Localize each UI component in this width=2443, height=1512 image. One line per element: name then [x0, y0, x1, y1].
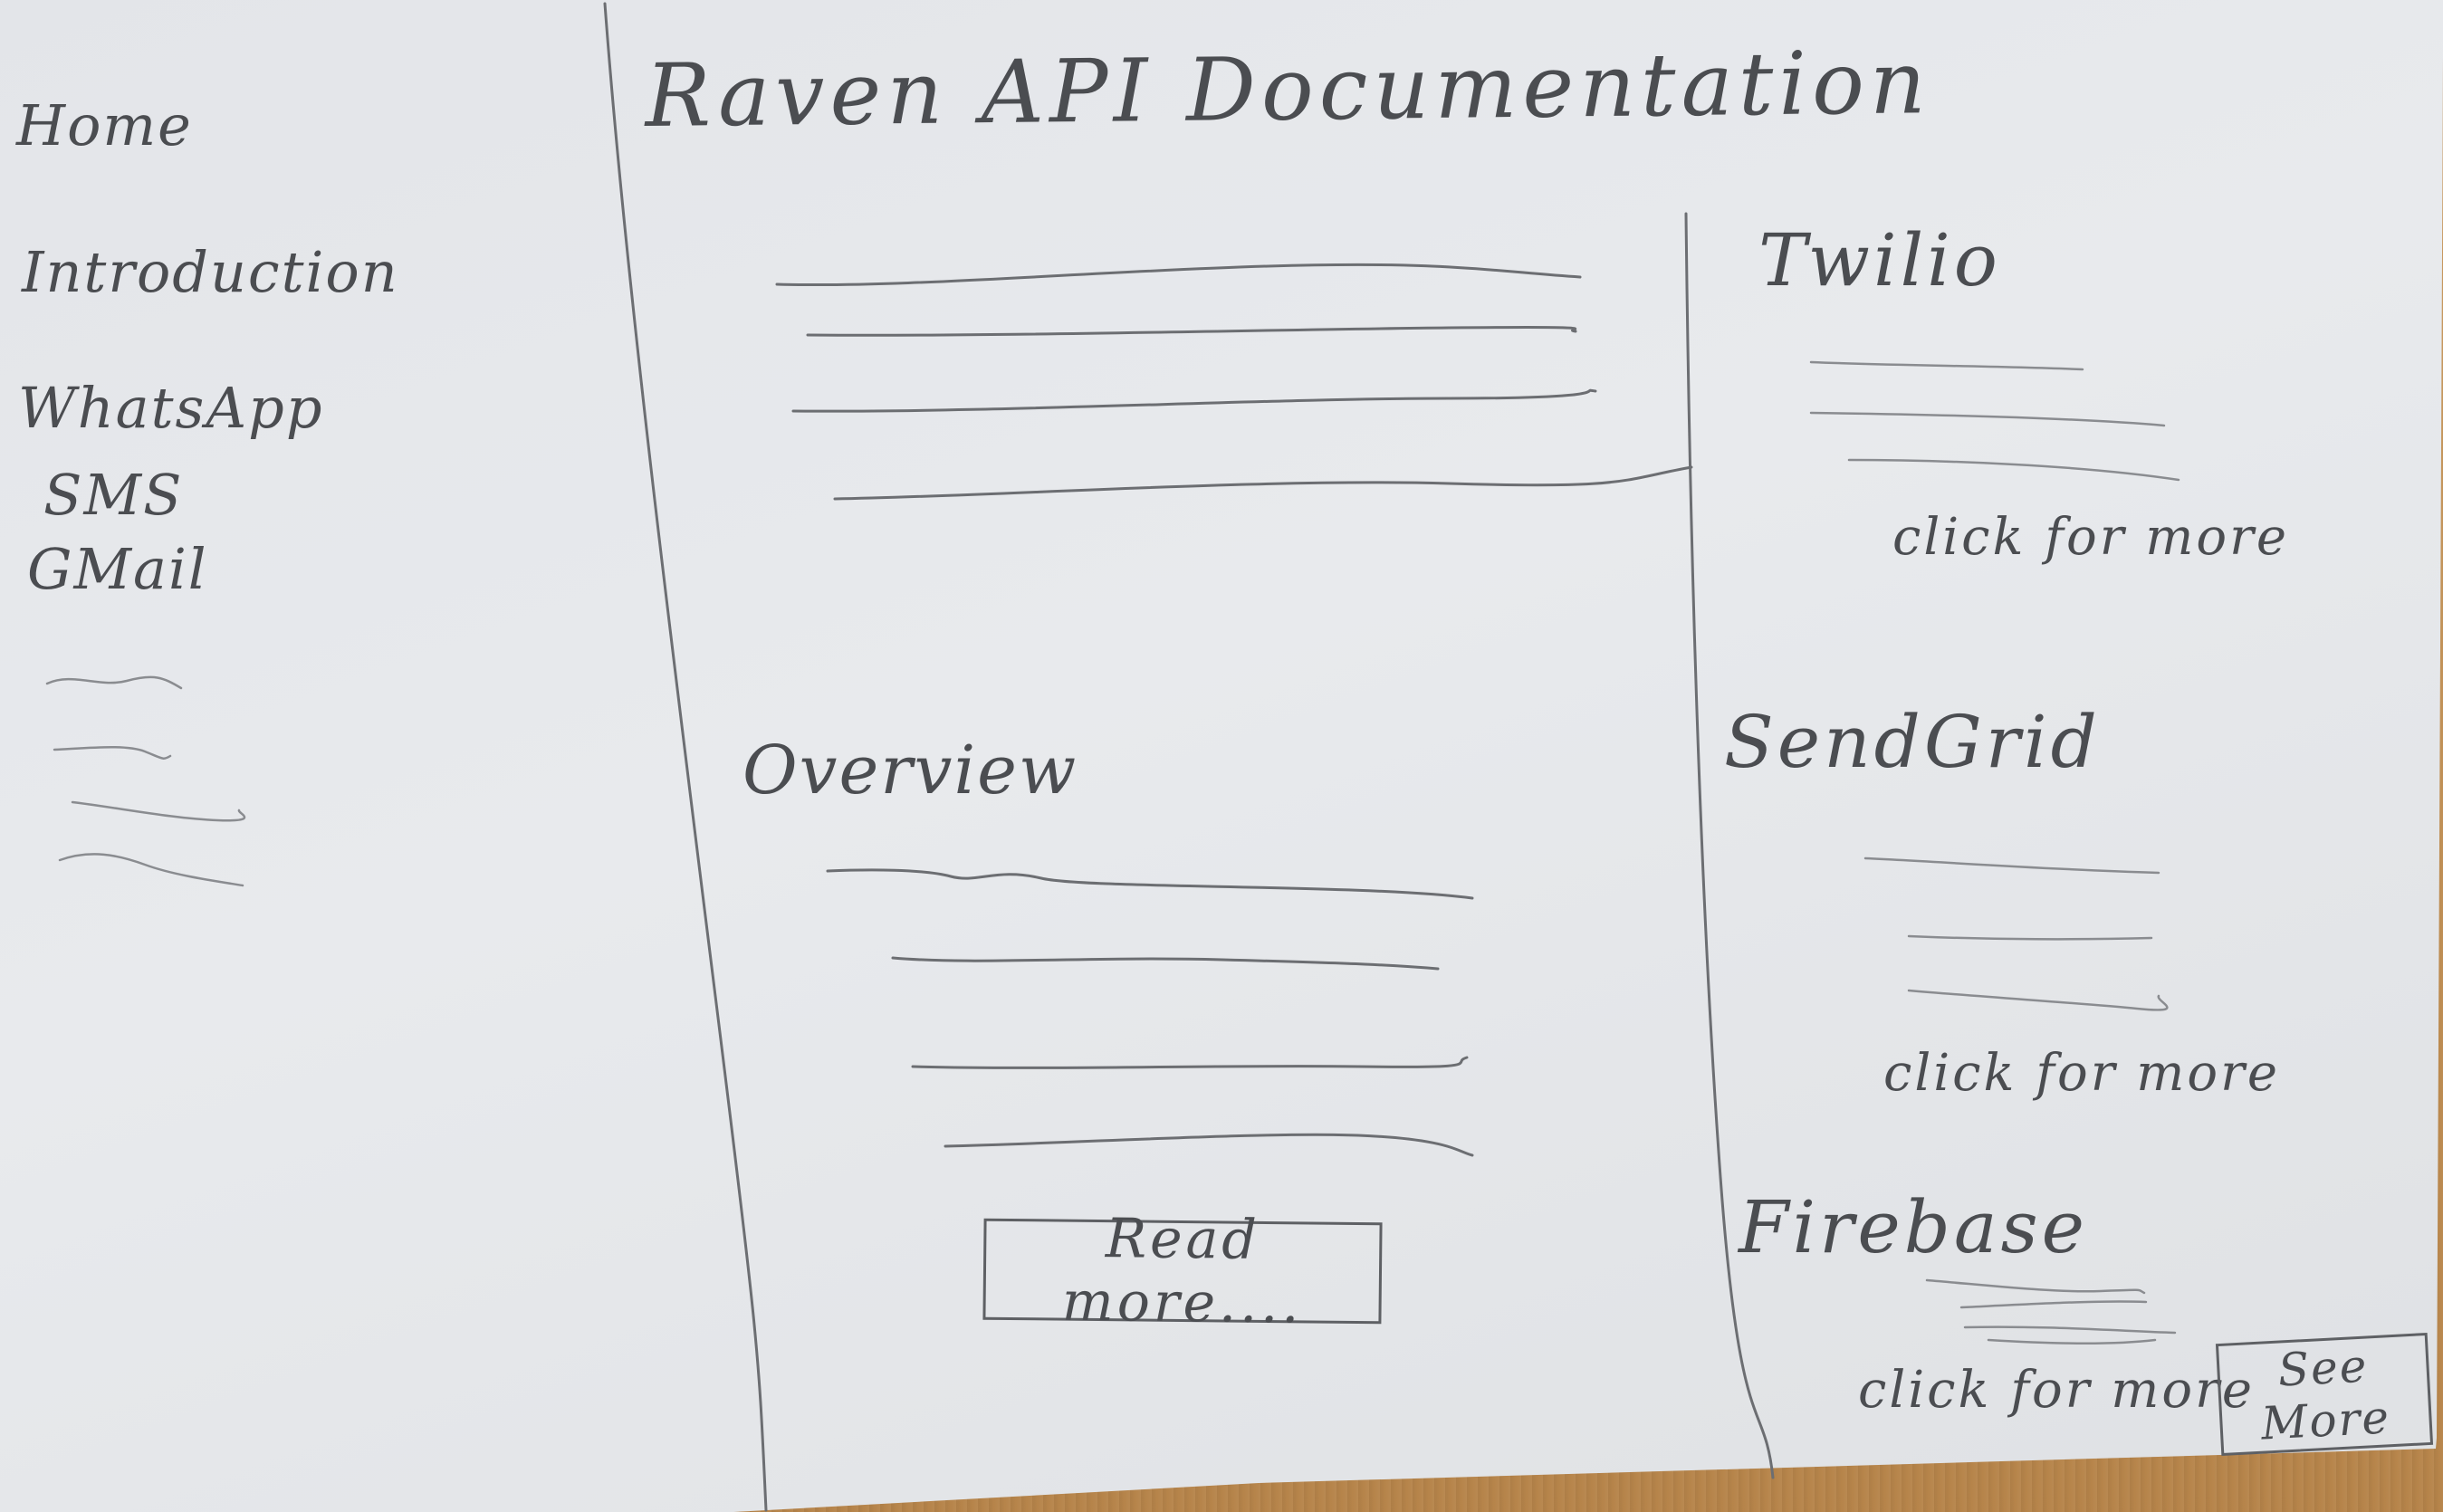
sendgrid-text-line-2	[1907, 934, 2153, 941]
sendgrid-card-title: SendGrid	[1724, 700, 2101, 784]
intro-text-line-1	[775, 263, 1582, 287]
sidebar-item-whatsapp[interactable]: WhatsApp	[18, 380, 324, 436]
twilio-click-for-more-link[interactable]: click for more	[1892, 512, 2289, 563]
overview-text-line-3	[911, 1056, 1469, 1069]
sidebar-placeholder-line-2	[53, 745, 172, 760]
twilio-text-line-3	[1847, 458, 2180, 482]
firebase-click-for-more-link[interactable]: click for more	[1858, 1365, 2255, 1416]
intro-text-line-2	[806, 325, 1577, 337]
firebase-text-line-1	[1925, 1278, 2146, 1295]
overview-text-line-2	[891, 956, 1440, 971]
sendgrid-text-line-1	[1863, 856, 2160, 875]
sidebar-placeholder-line-4	[58, 853, 244, 887]
intro-text-line-4	[833, 465, 1693, 501]
sidebar-item-gmail[interactable]: GMail	[27, 541, 208, 598]
intro-text-line-3	[791, 388, 1597, 413]
right-panel-divider	[1684, 212, 1775, 1479]
read-more-label: Read more....	[1061, 1207, 1303, 1336]
sidebar-item-sms[interactable]: SMS	[43, 467, 183, 523]
overview-text-line-1	[826, 868, 1474, 900]
read-more-button[interactable]: Read more....	[982, 1207, 1383, 1335]
firebase-text-line-3	[1963, 1325, 2177, 1335]
see-more-label: See More	[2259, 1339, 2392, 1450]
firebase-text-line-4	[1987, 1338, 2157, 1345]
firebase-text-line-2	[1959, 1300, 2148, 1309]
twilio-text-line-1	[1809, 360, 2084, 371]
sidebar-item-introduction[interactable]: Introduction	[22, 244, 399, 301]
sendgrid-text-line-3	[1907, 989, 2169, 1011]
twilio-card-title: Twilio	[1758, 218, 2001, 302]
page-title: Raven API Documentation	[644, 32, 1932, 147]
sidebar-item-home[interactable]: Home	[16, 98, 193, 154]
see-more-button[interactable]: See More	[2215, 1332, 2434, 1457]
sidebar-placeholder-line-3	[71, 800, 246, 822]
overview-text-line-4	[944, 1133, 1474, 1157]
sendgrid-click-for-more-link[interactable]: click for more	[1883, 1048, 2280, 1099]
firebase-card-title: Firebase	[1739, 1185, 2088, 1269]
sidebar-placeholder-line-1	[45, 675, 183, 690]
overview-heading: Overview	[742, 732, 1078, 809]
twilio-text-line-2	[1809, 411, 2166, 427]
